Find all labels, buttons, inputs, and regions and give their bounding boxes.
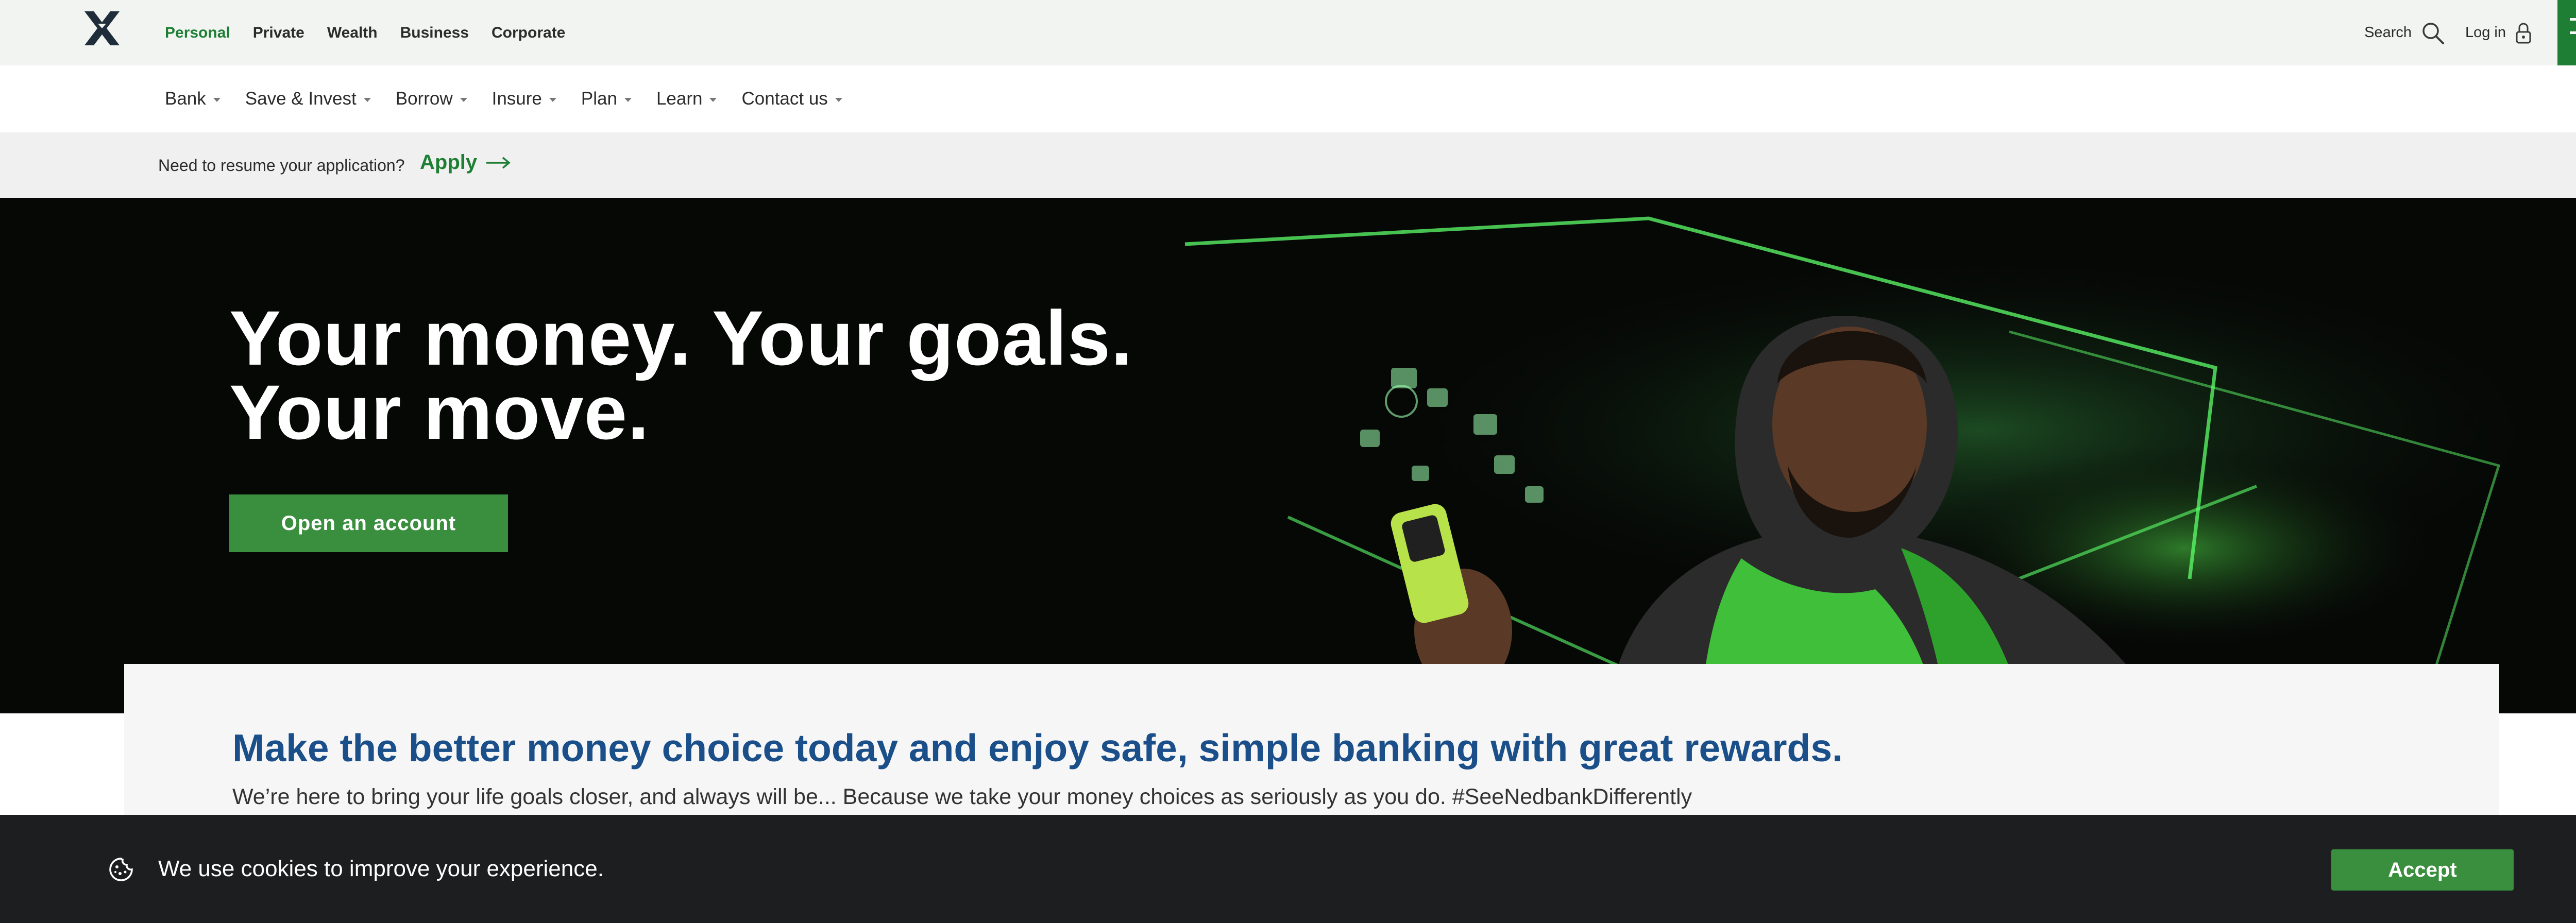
cookie-text: We use cookies to improve your experienc… (158, 856, 604, 881)
search-label: Search (2364, 24, 2412, 41)
nav-label: Plan (581, 89, 617, 109)
segment-tabs: Personal Private Wealth Business Corpora… (165, 0, 565, 65)
notice-text: Need to resume your application? (158, 156, 405, 175)
hero-image (0, 198, 2576, 713)
nav-label: Contact us (741, 89, 828, 109)
nav-label: Borrow (395, 89, 453, 109)
nav-label: Save & Invest (245, 89, 357, 109)
accept-cookies-button[interactable]: Accept (2331, 849, 2514, 891)
top-bar: Personal Private Wealth Business Corpora… (0, 0, 2576, 65)
open-account-button[interactable]: Open an account (229, 494, 508, 552)
caret-down-icon (709, 98, 717, 102)
search-button[interactable]: Search (2364, 21, 2445, 45)
nav-label: Insure (492, 89, 542, 109)
nav-item-plan[interactable]: Plan (581, 89, 632, 109)
nav-item-insure[interactable]: Insure (492, 89, 556, 109)
nav-item-contact-us[interactable]: Contact us (741, 89, 842, 109)
apply-link[interactable]: Apply (420, 151, 511, 174)
caret-down-icon (213, 98, 221, 102)
arrow-right-icon (486, 157, 511, 168)
segment-corporate[interactable]: Corporate (492, 24, 565, 42)
search-icon (2422, 22, 2444, 44)
segment-business[interactable]: Business (400, 24, 469, 42)
resume-application-notice: Need to resume your application? Apply (0, 132, 2576, 198)
hero-banner: Your money. Your goals. Your move. Open … (0, 198, 2576, 713)
cookie-icon (109, 858, 133, 881)
nav-item-borrow[interactable]: Borrow (396, 89, 467, 109)
nav-label: Bank (165, 89, 206, 109)
caret-down-icon (624, 98, 632, 102)
cookie-banner: We use cookies to improve your experienc… (0, 815, 2576, 923)
nav-item-bank[interactable]: Bank (165, 89, 221, 109)
segment-private[interactable]: Private (253, 24, 304, 42)
hero-title: Your money. Your goals. Your move. (229, 295, 1133, 455)
hamburger-menu-icon[interactable] (2557, 0, 2576, 65)
segment-wealth[interactable]: Wealth (327, 24, 378, 42)
caret-down-icon (549, 98, 556, 102)
caret-down-icon (835, 98, 842, 102)
apply-label: Apply (420, 151, 478, 174)
nav-label: Learn (656, 89, 703, 109)
nav-item-learn[interactable]: Learn (656, 89, 717, 109)
nav-item-save-invest[interactable]: Save & Invest (245, 89, 371, 109)
segment-personal[interactable]: Personal (165, 24, 230, 42)
caret-down-icon (460, 98, 467, 102)
lock-icon (2516, 23, 2531, 43)
login-button[interactable]: Log in (2465, 22, 2532, 44)
intro-text: We’re here to bring your life goals clos… (232, 784, 1692, 809)
main-navigation: Bank Save & Invest Borrow Insure Plan Le… (0, 65, 2576, 132)
caret-down-icon (363, 98, 371, 102)
intro-title: Make the better money choice today and e… (232, 726, 1843, 770)
nedbank-x-logo-icon[interactable] (82, 10, 122, 46)
login-label: Log in (2465, 24, 2506, 41)
top-actions: Search Log in (2364, 0, 2532, 65)
